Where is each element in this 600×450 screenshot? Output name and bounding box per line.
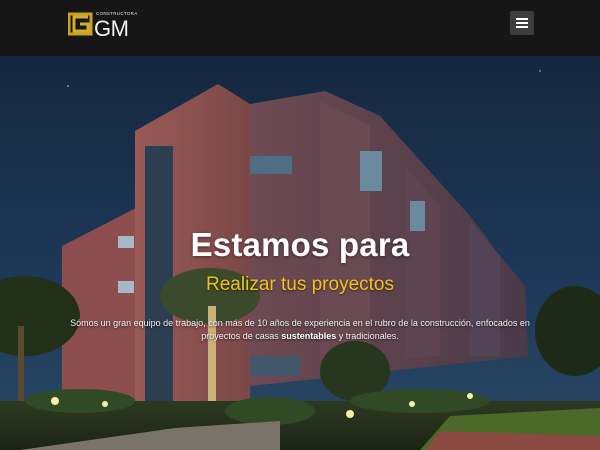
hero-description: Sómos un gran equipo de trabajo, con más… [60,317,540,343]
hamburger-menu-icon-line [516,22,528,24]
hero-section: Estamos para Realizar tus proyectos Sómo… [0,56,600,450]
site-header: CONSTRUCTORA GM [0,0,600,56]
hamburger-menu-icon-line [516,18,528,20]
hero-description-bold: sustentables [281,331,337,341]
hero-subtitle: Realizar tus proyectos [206,274,394,295]
hamburger-menu-icon-line [516,26,528,28]
logo[interactable]: CONSTRUCTORA GM [68,10,137,42]
hero-title: Estamos para [190,226,410,263]
hero-description-text-end: y tradicionales. [336,331,399,341]
gm-logo-icon [68,12,93,36]
logo-text: GM [94,16,129,41]
menu-button[interactable] [510,11,534,35]
